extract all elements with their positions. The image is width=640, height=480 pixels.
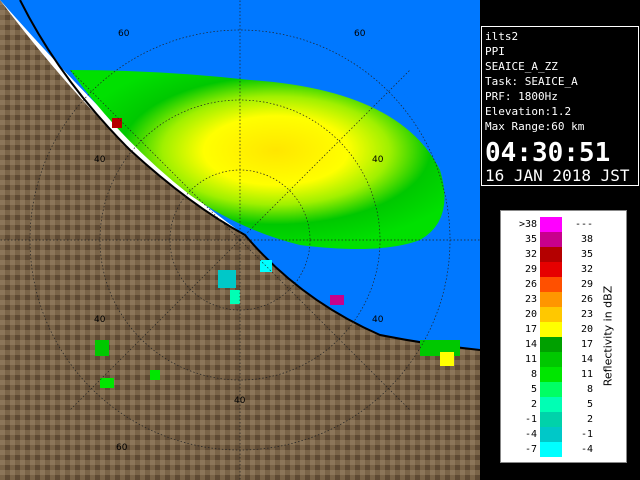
legend-upper-bound: 17 — [580, 339, 593, 350]
color-legend: >38 --- 35 38 32 35 29 32 26 29 23 26 20 23 17 20 14 17 11… — [500, 210, 627, 463]
legend-color-swatch — [540, 232, 562, 247]
legend-color-swatch — [540, 382, 562, 397]
legend-lower-bound: 17 — [524, 324, 537, 335]
ring-label: 40 — [94, 155, 106, 165]
prf-value: PRF: 1800Hz — [485, 90, 558, 103]
legend-row: -7 -4 — [501, 442, 626, 460]
legend-lower-bound: 23 — [524, 294, 537, 305]
legend-lower-bound: 14 — [524, 339, 537, 350]
legend-lower-bound: >38 — [518, 219, 537, 230]
legend-color-swatch — [540, 262, 562, 277]
radar-ppi-display[interactable]: 60 60 40 40 40 40 40 60 — [0, 0, 480, 480]
task-name: Task: SEAICE_A — [485, 75, 578, 88]
legend-upper-bound: 2 — [586, 414, 593, 425]
legend-color-swatch — [540, 217, 562, 232]
ring-label: 40 — [94, 315, 106, 325]
legend-lower-bound: 26 — [524, 279, 537, 290]
legend-lower-bound: -7 — [524, 444, 537, 455]
legend-upper-bound: 20 — [580, 324, 593, 335]
legend-color-swatch — [540, 322, 562, 337]
legend-color-swatch — [540, 412, 562, 427]
legend-lower-bound: 32 — [524, 249, 537, 260]
legend-color-swatch — [540, 427, 562, 442]
legend-color-swatch — [540, 277, 562, 292]
observation-time: 04:30:51 — [485, 138, 611, 168]
ring-label: 40 — [372, 155, 384, 165]
legend-upper-bound: -1 — [580, 429, 593, 440]
ring-label: 60 — [118, 29, 130, 39]
legend-unit-label: Reflectivity in dBZ — [597, 241, 619, 431]
legend-color-swatch — [540, 367, 562, 382]
radar-map-svg: 60 60 40 40 40 40 40 60 — [0, 0, 480, 480]
legend-upper-bound: 35 — [580, 249, 593, 260]
legend-upper-bound: 11 — [580, 369, 593, 380]
max-range-value: Max Range:60 km — [485, 120, 585, 133]
legend-upper-bound: 23 — [580, 309, 593, 320]
legend-lower-bound: 35 — [524, 234, 537, 245]
product-type: PPI — [485, 45, 505, 58]
legend-upper-bound: -4 — [580, 444, 593, 455]
legend-unit-text: Reflectivity in dBZ — [601, 285, 615, 387]
legend-color-swatch — [540, 337, 562, 352]
legend-color-swatch — [540, 247, 562, 262]
legend-lower-bound: -4 — [524, 429, 537, 440]
legend-lower-bound: 20 — [524, 309, 537, 320]
elevation-value: Elevation:1.2 — [485, 105, 572, 118]
legend-upper-bound: 14 — [580, 354, 593, 365]
ring-label: 60 — [116, 443, 128, 453]
legend-upper-bound: --- — [574, 219, 593, 230]
product-name: SEAICE_A_ZZ — [485, 60, 558, 73]
legend-upper-bound: 32 — [580, 264, 593, 275]
legend-color-swatch — [540, 307, 562, 322]
observation-date: 16 JAN 2018 JST — [485, 166, 630, 185]
ring-label: 40 — [372, 315, 384, 325]
legend-lower-bound: 5 — [530, 384, 537, 395]
legend-lower-bound: 29 — [524, 264, 537, 275]
legend-upper-bound: 29 — [580, 279, 593, 290]
legend-lower-bound: 2 — [530, 399, 537, 410]
station-name: ilts2 — [485, 30, 519, 43]
legend-upper-bound: 38 — [580, 234, 593, 245]
ring-label: 40 — [234, 396, 246, 406]
legend-color-swatch — [540, 397, 562, 412]
ring-label: 60 — [354, 29, 366, 39]
legend-upper-bound: 5 — [586, 399, 593, 410]
legend-lower-bound: -1 — [524, 414, 537, 425]
info-panel: ilts2 PPI SEAICE_A_ZZ Task: SEAICE_A PRF… — [481, 26, 639, 186]
legend-lower-bound: 8 — [530, 369, 537, 380]
legend-color-swatch — [540, 352, 562, 367]
legend-color-swatch — [540, 442, 562, 457]
legend-upper-bound: 8 — [586, 384, 593, 395]
legend-lower-bound: 11 — [524, 354, 537, 365]
legend-color-swatch — [540, 292, 562, 307]
legend-upper-bound: 26 — [580, 294, 593, 305]
